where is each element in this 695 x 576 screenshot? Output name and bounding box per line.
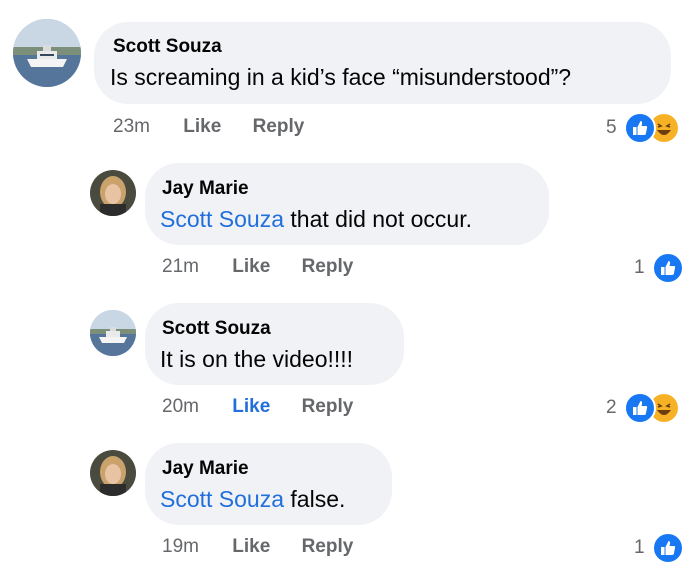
avatar-jay-marie[interactable]: [90, 450, 136, 496]
comment-actions: 19m Like Reply: [162, 536, 353, 558]
mention-link[interactable]: Scott Souza: [160, 486, 284, 512]
comment-author[interactable]: Jay Marie: [162, 458, 249, 480]
comment-actions: 20m Like Reply: [162, 396, 353, 418]
comment-actions: 23m Like Reply: [113, 116, 304, 138]
boat-photo-icon: [90, 310, 136, 356]
comment-author[interactable]: Jay Marie: [162, 178, 249, 200]
reaction-count: 1: [634, 257, 645, 278]
comment-timestamp[interactable]: 20m: [162, 396, 199, 418]
reaction-summary[interactable]: 2: [602, 392, 692, 424]
reaction-count: 2: [606, 397, 617, 418]
comment-text: Scott Souza that did not occur.: [160, 206, 472, 233]
comment-text: It is on the video!!!!: [160, 346, 353, 373]
comment-actions: 21m Like Reply: [162, 256, 353, 278]
profile-photo-icon: [90, 450, 136, 496]
reply-button[interactable]: Reply: [253, 116, 305, 138]
avatar-scott-souza[interactable]: [90, 310, 136, 356]
avatar-scott-souza[interactable]: [13, 19, 81, 87]
reaction-count: 5: [606, 117, 617, 138]
comment-body: It is on the video!!!!: [160, 346, 354, 372]
reply-button[interactable]: Reply: [302, 536, 354, 558]
like-icon: [624, 392, 656, 424]
comment-body: Is screaming in a kid’s face “misunderst…: [110, 64, 572, 90]
like-button[interactable]: Like: [232, 396, 270, 418]
comment-timestamp[interactable]: 19m: [162, 536, 199, 558]
profile-photo-icon: [90, 170, 136, 216]
comment-body: false.: [284, 486, 346, 512]
comment-text: Is screaming in a kid’s face “misunderst…: [110, 64, 571, 91]
like-icon: [652, 252, 684, 284]
comment-timestamp[interactable]: 21m: [162, 256, 199, 278]
reply-button[interactable]: Reply: [302, 256, 354, 278]
comment-timestamp[interactable]: 23m: [113, 116, 150, 138]
comment-body: that did not occur.: [284, 206, 472, 232]
reaction-summary[interactable]: 1: [630, 532, 690, 564]
boat-photo-icon: [13, 19, 81, 87]
like-button[interactable]: Like: [232, 256, 270, 278]
comment-text: Scott Souza false.: [160, 486, 345, 513]
like-button[interactable]: Like: [183, 116, 221, 138]
reply-button[interactable]: Reply: [302, 396, 354, 418]
like-icon: [652, 532, 684, 564]
mention-link[interactable]: Scott Souza: [160, 206, 284, 232]
reaction-summary[interactable]: 5: [602, 112, 692, 144]
comment-author[interactable]: Scott Souza: [113, 36, 222, 58]
like-icon: [624, 112, 656, 144]
comment-bubble: [94, 22, 671, 104]
avatar-jay-marie[interactable]: [90, 170, 136, 216]
like-button[interactable]: Like: [232, 536, 270, 558]
reaction-count: 1: [634, 537, 645, 558]
reaction-summary[interactable]: 1: [630, 252, 690, 284]
comment-author[interactable]: Scott Souza: [162, 318, 271, 340]
